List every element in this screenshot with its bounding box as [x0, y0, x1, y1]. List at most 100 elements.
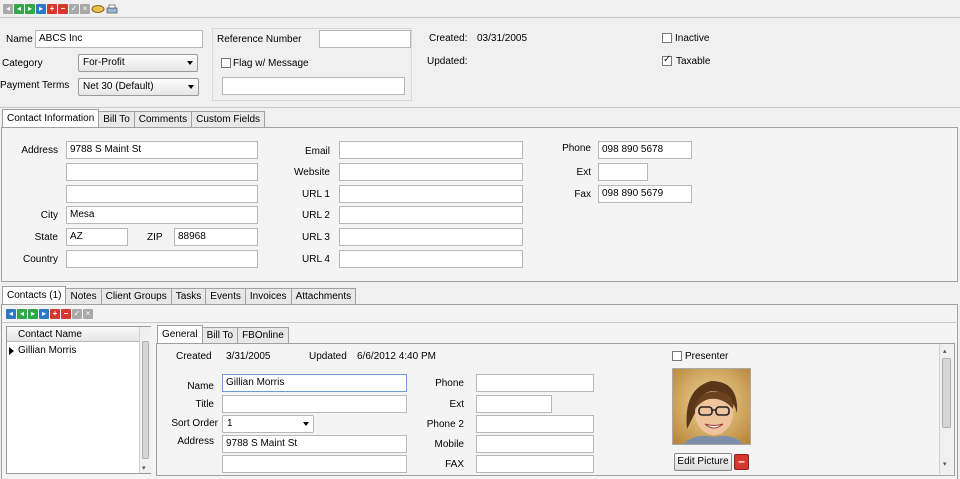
- category-select[interactable]: For-Profit: [78, 54, 198, 72]
- contact-mobile-field[interactable]: [476, 435, 594, 453]
- flag-message-checkbox[interactable]: [221, 58, 231, 68]
- url1-field[interactable]: [339, 185, 523, 203]
- contacts-grid-scrollbar[interactable]: ▾: [139, 327, 151, 473]
- next-contact-icon[interactable]: [28, 308, 38, 320]
- name-field[interactable]: ABCS Inc: [35, 30, 203, 48]
- contact-created-label: Created: [176, 351, 212, 362]
- contacts-toolbar-divider: [2, 322, 958, 323]
- prev-contact-icon[interactable]: [17, 308, 27, 320]
- next-record-icon[interactable]: [25, 3, 35, 15]
- address-line3-field[interactable]: [66, 185, 258, 203]
- last-record-icon[interactable]: [36, 3, 46, 15]
- website-field[interactable]: [339, 163, 523, 181]
- tab-fbonline[interactable]: FBOnline: [237, 327, 289, 343]
- url2-label: URL 2: [302, 210, 330, 221]
- tab-tasks[interactable]: Tasks: [170, 288, 207, 304]
- ext-label: Ext: [576, 167, 591, 178]
- add-record-icon[interactable]: [47, 3, 57, 15]
- scroll-down-icon[interactable]: ▾: [142, 463, 146, 475]
- tab-notes[interactable]: Notes: [65, 288, 102, 304]
- reference-number-field[interactable]: [319, 30, 411, 48]
- url2-field[interactable]: [339, 206, 523, 224]
- updated-label: Updated:: [427, 56, 468, 67]
- contact-address-label: Address: [177, 436, 214, 447]
- save-contact-icon[interactable]: [72, 308, 82, 320]
- country-field[interactable]: [66, 250, 258, 268]
- table-row[interactable]: Gillian Morris: [7, 343, 139, 359]
- cancel-edit-icon[interactable]: [80, 3, 90, 15]
- tab-contact-information[interactable]: Contact Information: [2, 109, 100, 127]
- tab-contacts[interactable]: Contacts (1): [2, 286, 67, 304]
- tab-client-groups[interactable]: Client Groups: [100, 288, 172, 304]
- tab-attachments[interactable]: Attachments: [290, 288, 357, 304]
- scrollbar-thumb[interactable]: [142, 341, 149, 459]
- phone-field[interactable]: 098 890 5678: [598, 141, 692, 159]
- address-line2-field[interactable]: [66, 163, 258, 181]
- taxable-checkbox[interactable]: [662, 54, 672, 66]
- payment-terms-label: Payment Terms: [0, 80, 70, 91]
- contact-phone2-field[interactable]: [476, 415, 594, 433]
- email-label: Email: [304, 146, 330, 157]
- tab-events[interactable]: Events: [205, 288, 246, 304]
- contact-ext-field[interactable]: [476, 395, 552, 413]
- cancel-contact-icon[interactable]: [83, 308, 93, 320]
- contact-updated-value: 6/6/2012 4:40 PM: [357, 351, 436, 362]
- find-icon[interactable]: [91, 4, 105, 14]
- row-indicator-icon: [9, 347, 14, 355]
- tab-comments[interactable]: Comments: [133, 111, 193, 127]
- tab-invoices[interactable]: Invoices: [244, 288, 292, 304]
- city-field[interactable]: Mesa: [66, 206, 258, 224]
- contact-fax-field[interactable]: [476, 455, 594, 473]
- url1-label: URL 1: [302, 189, 330, 200]
- sort-order-select[interactable]: 1: [222, 415, 314, 433]
- sub-tabs: Contacts (1) Notes Client Groups Tasks E…: [2, 286, 357, 304]
- scrollbar-thumb[interactable]: [942, 358, 951, 428]
- print-icon[interactable]: [106, 4, 118, 14]
- sort-order-value: 1: [227, 418, 233, 429]
- tab-custom-fields[interactable]: Custom Fields: [191, 111, 266, 127]
- flag-message-label: Flag w/ Message: [233, 58, 309, 69]
- add-contact-icon[interactable]: [50, 308, 60, 320]
- url4-label: URL 4: [302, 254, 330, 265]
- save-record-icon[interactable]: [69, 3, 79, 15]
- presenter-checkbox[interactable]: [672, 351, 682, 361]
- first-record-icon[interactable]: [3, 3, 13, 15]
- contact-title-label: Title: [195, 399, 214, 410]
- flag-message-field[interactable]: [222, 77, 405, 95]
- address-line1-field[interactable]: 9788 S Maint St: [66, 141, 258, 159]
- tab-general[interactable]: General: [157, 325, 203, 343]
- url3-field[interactable]: [339, 228, 523, 246]
- website-label: Website: [294, 167, 330, 178]
- state-field[interactable]: AZ: [66, 228, 128, 246]
- ext-field[interactable]: [598, 163, 648, 181]
- prev-record-icon[interactable]: [14, 3, 24, 15]
- chevron-down-icon: [303, 422, 309, 426]
- zip-field[interactable]: 88968: [174, 228, 258, 246]
- contact-address-line1-field[interactable]: 9788 S Maint St: [222, 435, 407, 453]
- inactive-checkbox[interactable]: [662, 33, 672, 43]
- delete-record-icon[interactable]: [58, 3, 68, 15]
- remove-picture-icon[interactable]: –: [734, 454, 749, 470]
- contact-name-field[interactable]: Gillian Morris: [222, 374, 407, 392]
- email-field[interactable]: [339, 141, 523, 159]
- first-contact-icon[interactable]: [6, 308, 16, 320]
- contact-phone-field[interactable]: [476, 374, 594, 392]
- tab-contact-bill-to[interactable]: Bill To: [201, 327, 239, 343]
- url4-field[interactable]: [339, 250, 523, 268]
- tab-bill-to[interactable]: Bill To: [98, 111, 135, 127]
- city-label: City: [40, 210, 58, 221]
- scroll-up-icon[interactable]: ▴: [943, 346, 947, 358]
- delete-contact-icon[interactable]: [61, 308, 71, 320]
- address-label: Address: [21, 145, 58, 156]
- contact-created-value: 3/31/2005: [226, 351, 271, 362]
- contact-detail-scrollbar[interactable]: ▴ ▾: [939, 344, 953, 474]
- payment-terms-select[interactable]: Net 30 (Default): [78, 78, 199, 96]
- last-contact-icon[interactable]: [39, 308, 49, 320]
- contact-title-field[interactable]: [222, 395, 407, 413]
- fax-field[interactable]: 098 890 5679: [598, 185, 692, 203]
- contact-name-column-header[interactable]: Contact Name: [18, 329, 82, 341]
- edit-picture-button[interactable]: Edit Picture: [674, 453, 732, 471]
- contact-address-line2-field[interactable]: [222, 455, 407, 473]
- phone-label: Phone: [562, 143, 591, 154]
- scroll-down-icon[interactable]: ▾: [943, 459, 947, 471]
